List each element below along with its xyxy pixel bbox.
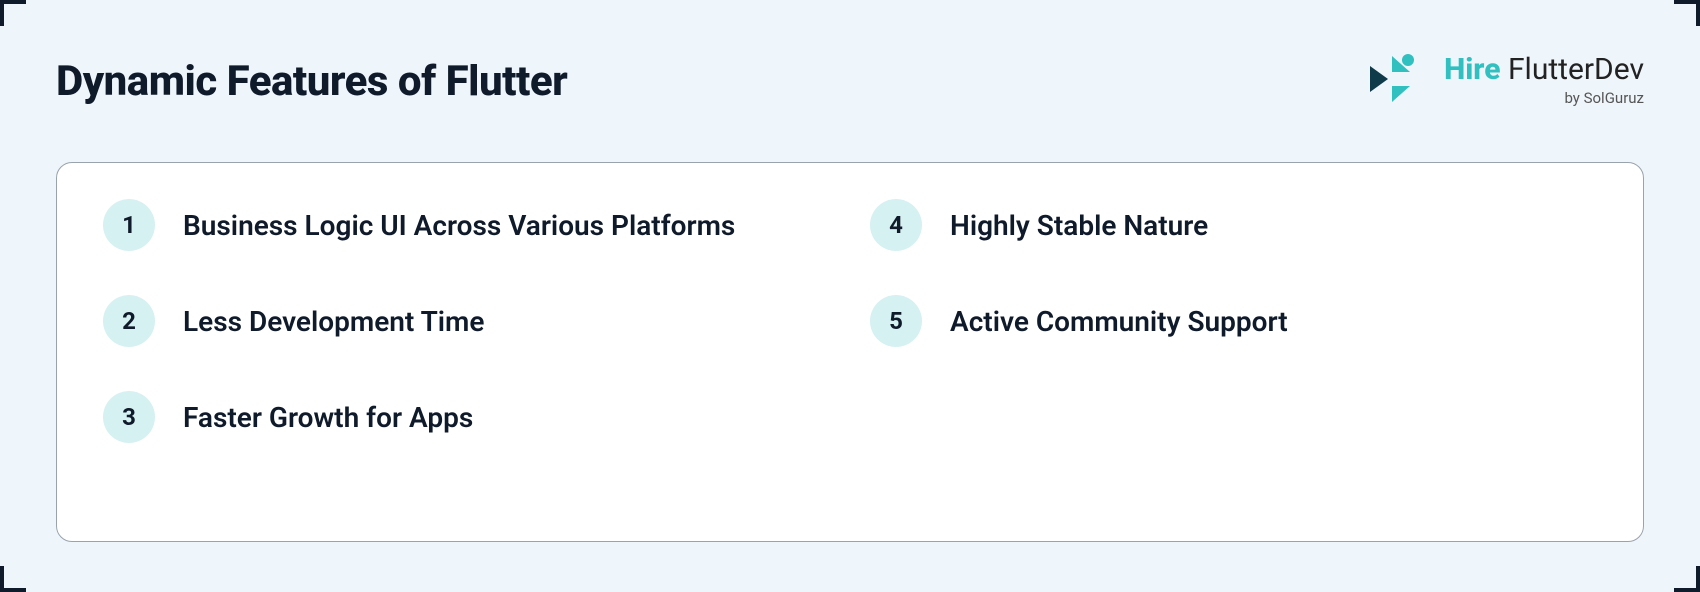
feature-item-3: 3 Faster Growth for Apps: [103, 391, 830, 443]
features-grid: 1 Business Logic UI Across Various Platf…: [103, 199, 1597, 443]
brand-strong: Hire: [1444, 52, 1500, 87]
feature-item-1: 1 Business Logic UI Across Various Platf…: [103, 199, 830, 251]
feature-item-5: 5 Active Community Support: [870, 295, 1597, 347]
feature-label: Business Logic UI Across Various Platfor…: [183, 209, 735, 242]
brand-subtitle: by SolGuruz: [1564, 89, 1644, 107]
brand-name: Hire FlutterDev: [1444, 55, 1644, 85]
feature-number: 4: [870, 199, 922, 251]
page-title: Dynamic Features of Flutter: [56, 57, 567, 106]
feature-number: 3: [103, 391, 155, 443]
feature-label: Less Development Time: [183, 305, 484, 338]
brand-logo: Hire FlutterDev by SolGuruz: [1364, 50, 1644, 112]
feature-item-4: 4 Highly Stable Nature: [870, 199, 1597, 251]
feature-number: 2: [103, 295, 155, 347]
features-card: 1 Business Logic UI Across Various Platf…: [56, 162, 1644, 542]
brand-light: FlutterDev: [1508, 52, 1644, 87]
crop-mark-br: [1674, 566, 1700, 592]
feature-label: Highly Stable Nature: [950, 209, 1208, 242]
header: Dynamic Features of Flutter Hire Flutter…: [56, 50, 1644, 112]
brand-mark-icon: [1364, 50, 1428, 112]
feature-label: Active Community Support: [950, 305, 1288, 338]
feature-label: Faster Growth for Apps: [183, 401, 473, 434]
feature-number: 1: [103, 199, 155, 251]
brand-text: Hire FlutterDev by SolGuruz: [1444, 55, 1644, 107]
feature-number: 5: [870, 295, 922, 347]
crop-mark-bl: [0, 566, 26, 592]
feature-item-2: 2 Less Development Time: [103, 295, 830, 347]
crop-mark-tr: [1674, 0, 1700, 26]
crop-mark-tl: [0, 0, 26, 26]
